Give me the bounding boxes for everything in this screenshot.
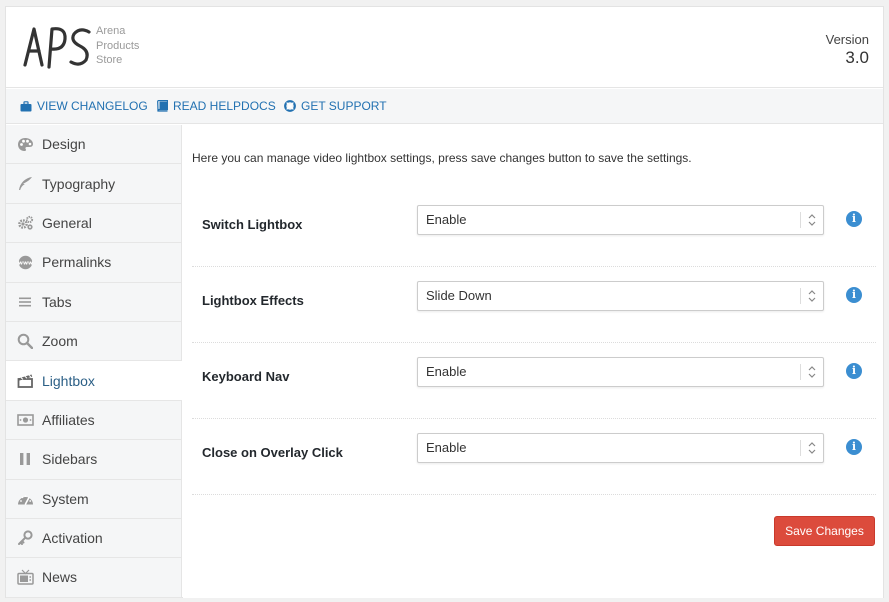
info-icon[interactable]: i [846, 439, 862, 455]
sidebar-item-system[interactable]: System [6, 479, 181, 519]
sidebar-item-label: Tabs [42, 293, 72, 310]
chevron-updown-icon [808, 442, 816, 454]
keyboard-nav-select[interactable]: Enable [417, 357, 824, 387]
select-divider [800, 364, 801, 380]
info-icon[interactable]: i [846, 287, 862, 303]
sidebar-item-sidebars[interactable]: Sidebars [6, 440, 181, 480]
sidebar-item-zoom[interactable]: Zoom [6, 321, 181, 362]
www-icon: www [16, 253, 34, 271]
sidebar-item-general[interactable]: General [6, 203, 181, 244]
sidebar-item-lightbox[interactable]: Lightbox [6, 361, 182, 401]
settings-sidebar: Design Typography General www Permalinks… [6, 125, 182, 598]
setting-label: Keyboard Nav [202, 369, 290, 384]
sidebar-item-label: News [42, 569, 78, 586]
dashboard-icon [16, 490, 34, 508]
sidebar-item-label: Sidebars [42, 451, 98, 468]
get-support-label: GET SUPPORT [301, 99, 387, 113]
palette-icon [16, 135, 34, 153]
select-value: Slide Down [426, 288, 492, 303]
lightbox-effects-select[interactable]: Slide Down [417, 281, 824, 311]
logo-text-line: Store [96, 54, 123, 66]
bars-icon [16, 293, 34, 311]
setting-label: Lightbox Effects [202, 293, 304, 308]
sidebar-item-label: General [42, 214, 92, 231]
book-icon [157, 100, 168, 112]
version-block: Version 3.0 [826, 32, 869, 68]
select-divider [800, 288, 801, 304]
chevron-updown-icon [808, 366, 816, 378]
intro-text: Here you can manage video lightbox setti… [192, 151, 692, 165]
sidebar-item-permalinks[interactable]: www Permalinks [6, 243, 181, 283]
switch-lightbox-select[interactable]: Enable [417, 205, 824, 235]
sidebar-item-label: Affiliates [42, 411, 95, 428]
clapperboard-icon [16, 372, 34, 390]
setting-row-lightbox-effects: Lightbox Effects Slide Down i [192, 267, 876, 343]
money-icon [16, 411, 34, 429]
magnifier-icon [16, 332, 34, 350]
sidebar-item-label: System [42, 490, 89, 507]
quick-links-bar: VIEW CHANGELOG READ HELPDOCS GET SUPPORT [6, 89, 883, 124]
settings-panel: Arena Products Store Version 3.0 VIEW CH… [5, 6, 884, 598]
sidebar-item-activation[interactable]: Activation [6, 518, 181, 559]
sidebar-item-label: Zoom [42, 333, 78, 350]
chevron-updown-icon [808, 290, 816, 302]
logo-text: Arena Products Store [96, 24, 139, 68]
sidebar-item-label: Permalinks [42, 254, 112, 271]
select-divider [800, 440, 801, 456]
save-changes-button[interactable]: Save Changes [774, 516, 875, 546]
read-helpdocs-link[interactable]: READ HELPDOCS [157, 99, 276, 113]
logo-text-line: Products [96, 39, 140, 52]
svg-text:www: www [17, 260, 32, 266]
select-divider [800, 212, 801, 228]
logo-text-line: Arena [96, 25, 126, 37]
close-on-overlay-click-select[interactable]: Enable [417, 433, 824, 463]
setting-row-switch-lightbox: Switch Lightbox Enable i [192, 191, 876, 267]
sidebar-item-typography[interactable]: Typography [6, 164, 181, 204]
gears-icon [16, 214, 34, 232]
lightbox-settings-content: Here you can manage video lightbox setti… [183, 125, 883, 598]
sidebar-item-label: Typography [42, 175, 116, 192]
sidebar-item-label: Lightbox [42, 372, 95, 389]
sidebar-item-news[interactable]: News [6, 558, 181, 598]
tv-icon [16, 568, 34, 586]
version-number: 3.0 [845, 48, 869, 67]
sidebar-item-label: Design [42, 136, 86, 153]
briefcase-icon [20, 100, 32, 111]
sidebar-item-label: Activation [42, 530, 103, 547]
view-changelog-label: VIEW CHANGELOG [37, 99, 148, 113]
sidebar-item-design[interactable]: Design [6, 125, 181, 165]
setting-row-close-on-overlay-click: Close on Overlay Click Enable i [192, 419, 876, 495]
feather-icon [16, 175, 34, 193]
select-value: Enable [426, 364, 467, 379]
lifebuoy-icon [284, 100, 296, 112]
setting-label: Switch Lightbox [202, 217, 303, 232]
sidebar-item-tabs[interactable]: Tabs [6, 282, 181, 322]
header: Arena Products Store Version 3.0 [6, 7, 883, 88]
setting-label: Close on Overlay Click [202, 445, 343, 460]
get-support-link[interactable]: GET SUPPORT [284, 99, 387, 113]
read-helpdocs-label: READ HELPDOCS [173, 99, 276, 113]
sidebar-item-affiliates[interactable]: Affiliates [6, 400, 181, 441]
version-label: Version [825, 32, 869, 47]
view-changelog-link[interactable]: VIEW CHANGELOG [20, 99, 148, 113]
chevron-updown-icon [808, 214, 816, 226]
columns-icon [16, 450, 34, 468]
info-icon[interactable]: i [846, 363, 862, 379]
info-icon[interactable]: i [846, 211, 862, 227]
select-value: Enable [426, 212, 467, 227]
key-icon [16, 529, 34, 547]
select-value: Enable [426, 440, 467, 455]
aps-logo-mark [23, 27, 91, 69]
setting-row-keyboard-nav: Keyboard Nav Enable i [192, 343, 876, 419]
